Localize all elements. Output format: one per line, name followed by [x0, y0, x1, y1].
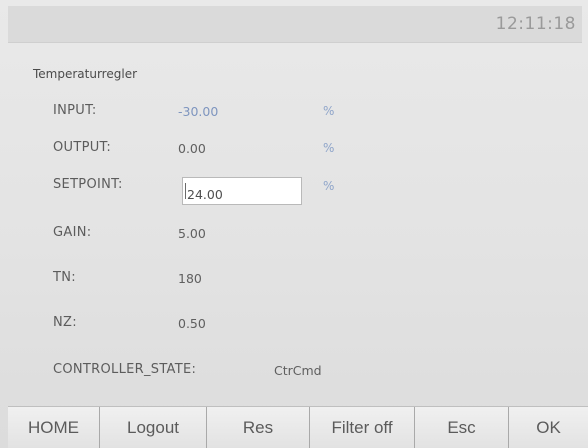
- clock-display: 12:11:18: [495, 14, 576, 34]
- hmi-screen: 12:11:18 Temperaturregler INPUT: -30.00 …: [0, 0, 588, 448]
- res-button[interactable]: Res: [207, 407, 310, 448]
- controller-state-label: CONTROLLER_STATE:: [53, 362, 197, 377]
- softkey-bar: HOME Logout Res Filter off Esc OK: [8, 406, 588, 448]
- nz-value: 0.50: [178, 316, 206, 331]
- ok-button[interactable]: OK: [509, 407, 588, 448]
- output-value: 0.00: [178, 141, 206, 156]
- home-button[interactable]: HOME: [8, 407, 100, 448]
- logout-button[interactable]: Logout: [100, 407, 207, 448]
- output-unit: %: [323, 141, 335, 155]
- input-unit: %: [323, 104, 335, 118]
- gain-value: 5.00: [178, 226, 206, 241]
- text-cursor: [185, 183, 186, 199]
- setpoint-input[interactable]: [182, 177, 302, 205]
- input-label: INPUT:: [53, 103, 97, 118]
- nz-label: NZ:: [53, 315, 77, 330]
- tn-value: 180: [178, 271, 202, 286]
- panel-title: Temperaturregler: [33, 67, 138, 81]
- controller-state-value: CtrCmd: [274, 363, 322, 378]
- output-label: OUTPUT:: [53, 140, 112, 155]
- controller-panel: Temperaturregler INPUT: -30.00 % OUTPUT:…: [8, 43, 582, 400]
- filter-toggle-button[interactable]: Filter off: [310, 407, 415, 448]
- esc-button[interactable]: Esc: [415, 407, 509, 448]
- gain-label: GAIN:: [53, 225, 92, 240]
- setpoint-label: SETPOINT:: [53, 177, 123, 192]
- tn-label: TN:: [53, 270, 76, 285]
- setpoint-unit: %: [323, 179, 335, 193]
- input-value: -30.00: [178, 104, 219, 119]
- status-bar: 12:11:18: [8, 6, 582, 43]
